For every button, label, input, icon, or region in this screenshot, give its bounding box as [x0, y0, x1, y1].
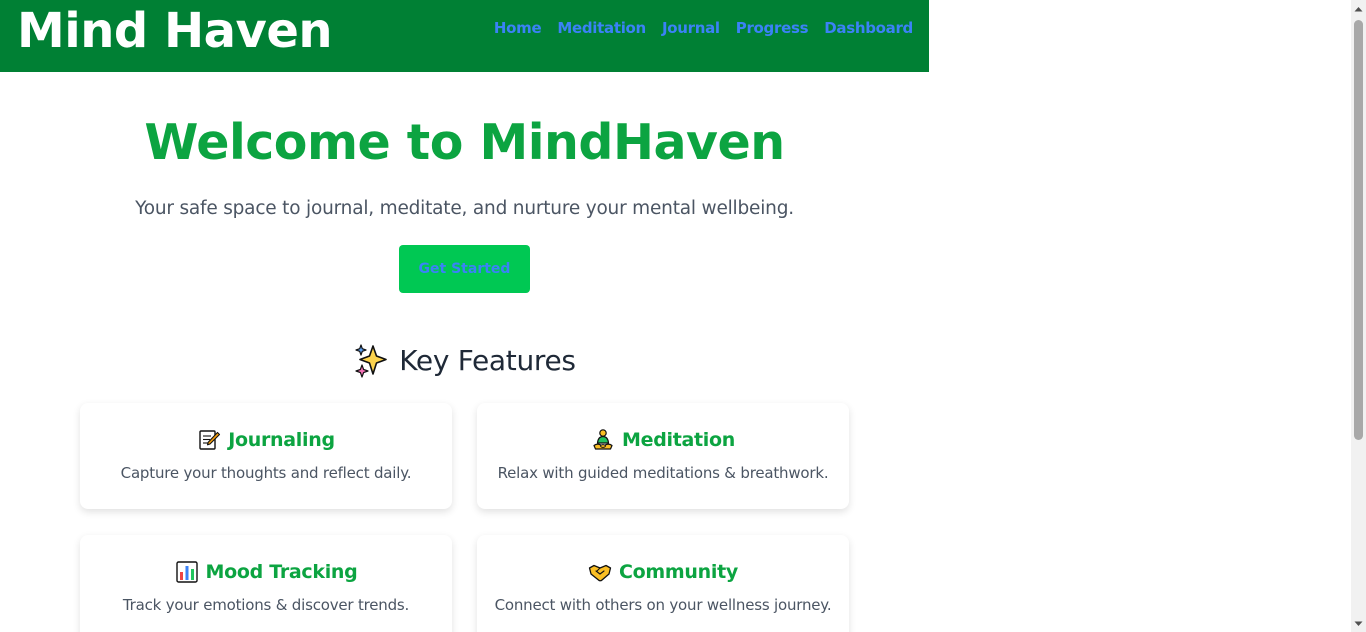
nav-link-dashboard[interactable]: Dashboard — [824, 18, 913, 38]
memo-icon — [199, 430, 221, 450]
nav-link-journal[interactable]: Journal — [662, 18, 720, 38]
get-started-button[interactable]: Get Started — [399, 245, 530, 293]
journaling-title: Journaling — [228, 429, 335, 451]
nav-link-home[interactable]: Home — [494, 18, 542, 38]
brand-logo-text[interactable]: Mind Haven — [17, 2, 333, 60]
features-heading: Key Features — [0, 341, 929, 381]
scroll-up-arrow-icon[interactable] — [1351, 0, 1366, 17]
nav-link-meditation[interactable]: Meditation — [557, 18, 646, 38]
mood-tracking-title: Mood Tracking — [205, 561, 358, 583]
meditation-title: Meditation — [622, 429, 735, 451]
hero-title: Welcome to MindHaven — [144, 114, 785, 171]
mood-tracking-description: Track your emotions & discover trends. — [122, 596, 410, 614]
feature-card-meditation: Meditation Relax with guided meditations… — [477, 403, 849, 509]
community-description: Connect with others on your wellness jou… — [494, 596, 832, 614]
site-header: Mind Haven Home Meditation Journal Progr… — [0, 0, 929, 72]
handshake-icon — [588, 564, 612, 582]
scrollbar-thumb[interactable] — [1354, 20, 1363, 440]
journaling-description: Capture your thoughts and reflect daily. — [120, 464, 412, 482]
feature-card-title: Mood Tracking — [80, 559, 452, 585]
meditating-person-icon — [593, 429, 613, 450]
nav-link-progress[interactable]: Progress — [736, 18, 809, 38]
meditation-description: Relax with guided meditations & breathwo… — [497, 464, 829, 482]
scroll-down-arrow-icon[interactable] — [1351, 615, 1366, 632]
feature-card-mood-tracking: Mood Tracking Track your emotions & disc… — [80, 535, 452, 632]
community-title: Community — [619, 561, 738, 583]
feature-card-title: Meditation — [477, 427, 849, 453]
sparkles-icon — [355, 344, 388, 378]
hero-subtitle: Your safe space to journal, meditate, an… — [135, 198, 794, 219]
feature-card-title: Community — [477, 559, 849, 585]
feature-card-title: Journaling — [80, 427, 452, 453]
vertical-scrollbar[interactable] — [1351, 0, 1366, 632]
feature-card-journaling: Journaling Capture your thoughts and ref… — [80, 403, 452, 509]
bar-chart-icon — [175, 561, 198, 583]
main-nav: Home Meditation Journal Progress Dashboa… — [494, 18, 913, 38]
features-heading-text: Key Features — [399, 344, 576, 377]
feature-card-community: Community Connect with others on your we… — [477, 535, 849, 632]
page: Mind Haven Home Meditation Journal Progr… — [0, 0, 1366, 632]
